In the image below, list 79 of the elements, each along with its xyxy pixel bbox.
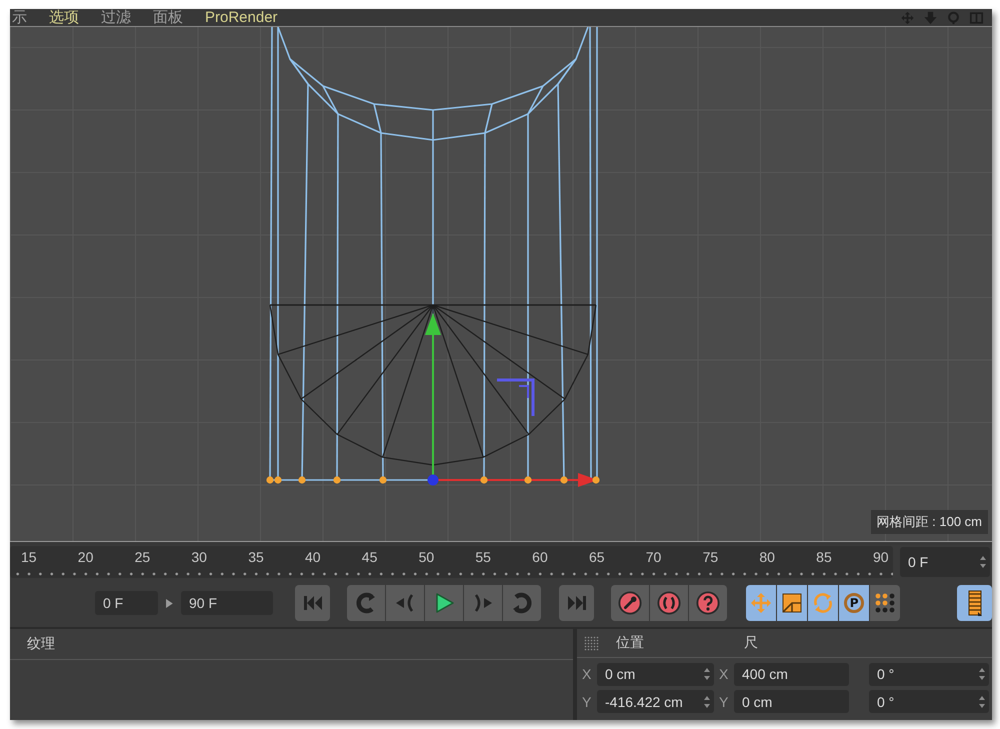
rotation-field[interactable]: 0 ° xyxy=(869,662,989,686)
vertex-point[interactable] xyxy=(524,476,532,484)
move-tool-button[interactable] xyxy=(746,585,776,621)
menu-item[interactable]: 示 xyxy=(12,9,27,26)
axis-label: X xyxy=(719,666,730,682)
frame-number: 15 xyxy=(21,548,38,567)
frame-number: 55 xyxy=(475,548,492,567)
vertex-point[interactable] xyxy=(333,476,341,484)
dots-grid-icon xyxy=(873,591,898,615)
vertex-point[interactable] xyxy=(560,476,568,484)
axis-label: Y xyxy=(719,694,730,710)
autokey-button[interactable] xyxy=(650,585,688,621)
brackets-icon xyxy=(657,591,682,615)
viewport[interactable]: 网格间距 : 100 cm xyxy=(10,27,992,541)
question-icon xyxy=(696,591,720,615)
menu-item[interactable]: 过滤 xyxy=(101,9,131,26)
skip-start-button[interactable] xyxy=(295,585,330,621)
column-header: 位置 xyxy=(616,634,644,652)
frame-number: 45 xyxy=(362,548,378,567)
frame-number: 75 xyxy=(702,548,720,567)
position-field[interactable]: -416.422 cm xyxy=(597,690,714,713)
spinner-icon[interactable] xyxy=(704,696,710,708)
triangle-icon xyxy=(166,598,174,608)
parameter-button[interactable]: P xyxy=(839,585,870,621)
step-forward-button[interactable] xyxy=(464,585,502,621)
column-header: 尺 xyxy=(744,634,758,652)
dotted-grid-icon xyxy=(584,636,599,650)
frame-number: 80 xyxy=(759,548,776,567)
frame-number: 25 xyxy=(134,548,152,567)
film-strip-icon xyxy=(966,590,983,616)
vertex-point[interactable] xyxy=(379,476,387,484)
points-button[interactable] xyxy=(870,585,900,621)
vertex-point[interactable] xyxy=(592,476,600,484)
spinner-icon[interactable] xyxy=(979,696,985,708)
play-button[interactable] xyxy=(425,585,464,621)
next-key-button[interactable] xyxy=(503,585,542,621)
axis-label: Y xyxy=(582,694,592,710)
vertex-point[interactable] xyxy=(480,476,488,484)
pin-icon xyxy=(618,591,642,615)
layout-button[interactable] xyxy=(957,585,992,621)
scale-tool-button[interactable] xyxy=(777,585,808,621)
step-back-button[interactable] xyxy=(386,585,424,621)
scale-icon xyxy=(780,591,804,615)
menu-item[interactable]: ProRender xyxy=(205,9,278,26)
frame-number: 40 xyxy=(304,548,322,567)
timeline-ruler[interactable]: 15 20 25 30 35 40 45 50 55 60 65 70 75 80 85 90 xyxy=(10,546,893,578)
rotation-field[interactable]: 0 ° xyxy=(869,690,989,713)
menu-item[interactable]: 面板 xyxy=(153,9,183,26)
menu-item[interactable]: 选项 xyxy=(49,9,79,26)
frame-number: 85 xyxy=(816,548,833,567)
bracket-marker xyxy=(497,378,534,416)
current-frame-field[interactable]: 0 F xyxy=(900,547,990,577)
vertex-point[interactable] xyxy=(298,476,306,484)
size-field[interactable]: 400 cm xyxy=(734,662,849,686)
frame-number: 20 xyxy=(78,548,94,567)
spinner-icon[interactable] xyxy=(704,668,710,680)
start-frame-field[interactable]: 0 F xyxy=(95,591,158,615)
frame-number: 70 xyxy=(646,548,662,567)
frame-number: 90 xyxy=(872,548,889,567)
spinner-icon[interactable] xyxy=(979,668,985,680)
position-field[interactable]: 0 cm xyxy=(597,662,714,686)
record-key-button[interactable] xyxy=(611,585,650,621)
frame-number: 65 xyxy=(588,548,606,567)
frame-number: 60 xyxy=(532,548,549,567)
end-frame-field[interactable]: 90 F xyxy=(181,591,274,615)
grid-spacing-label: 网格间距 : 100 cm xyxy=(870,510,988,534)
frame-number: 35 xyxy=(248,548,265,567)
keyframe-selection-button[interactable] xyxy=(689,585,728,621)
skip-end-button[interactable] xyxy=(559,585,594,621)
spinner-icon[interactable] xyxy=(980,556,986,568)
axis-label: X xyxy=(582,666,592,682)
frame-number: 30 xyxy=(191,548,208,567)
previous-key-button[interactable] xyxy=(347,585,386,621)
size-field[interactable]: 0 cm xyxy=(734,690,849,713)
vertex-point[interactable] xyxy=(274,476,282,484)
panel-title: 纹理 xyxy=(27,635,55,653)
frame-number: 50 xyxy=(418,548,436,567)
vertex-point[interactable] xyxy=(266,476,274,484)
four-arrows-icon xyxy=(749,591,774,615)
